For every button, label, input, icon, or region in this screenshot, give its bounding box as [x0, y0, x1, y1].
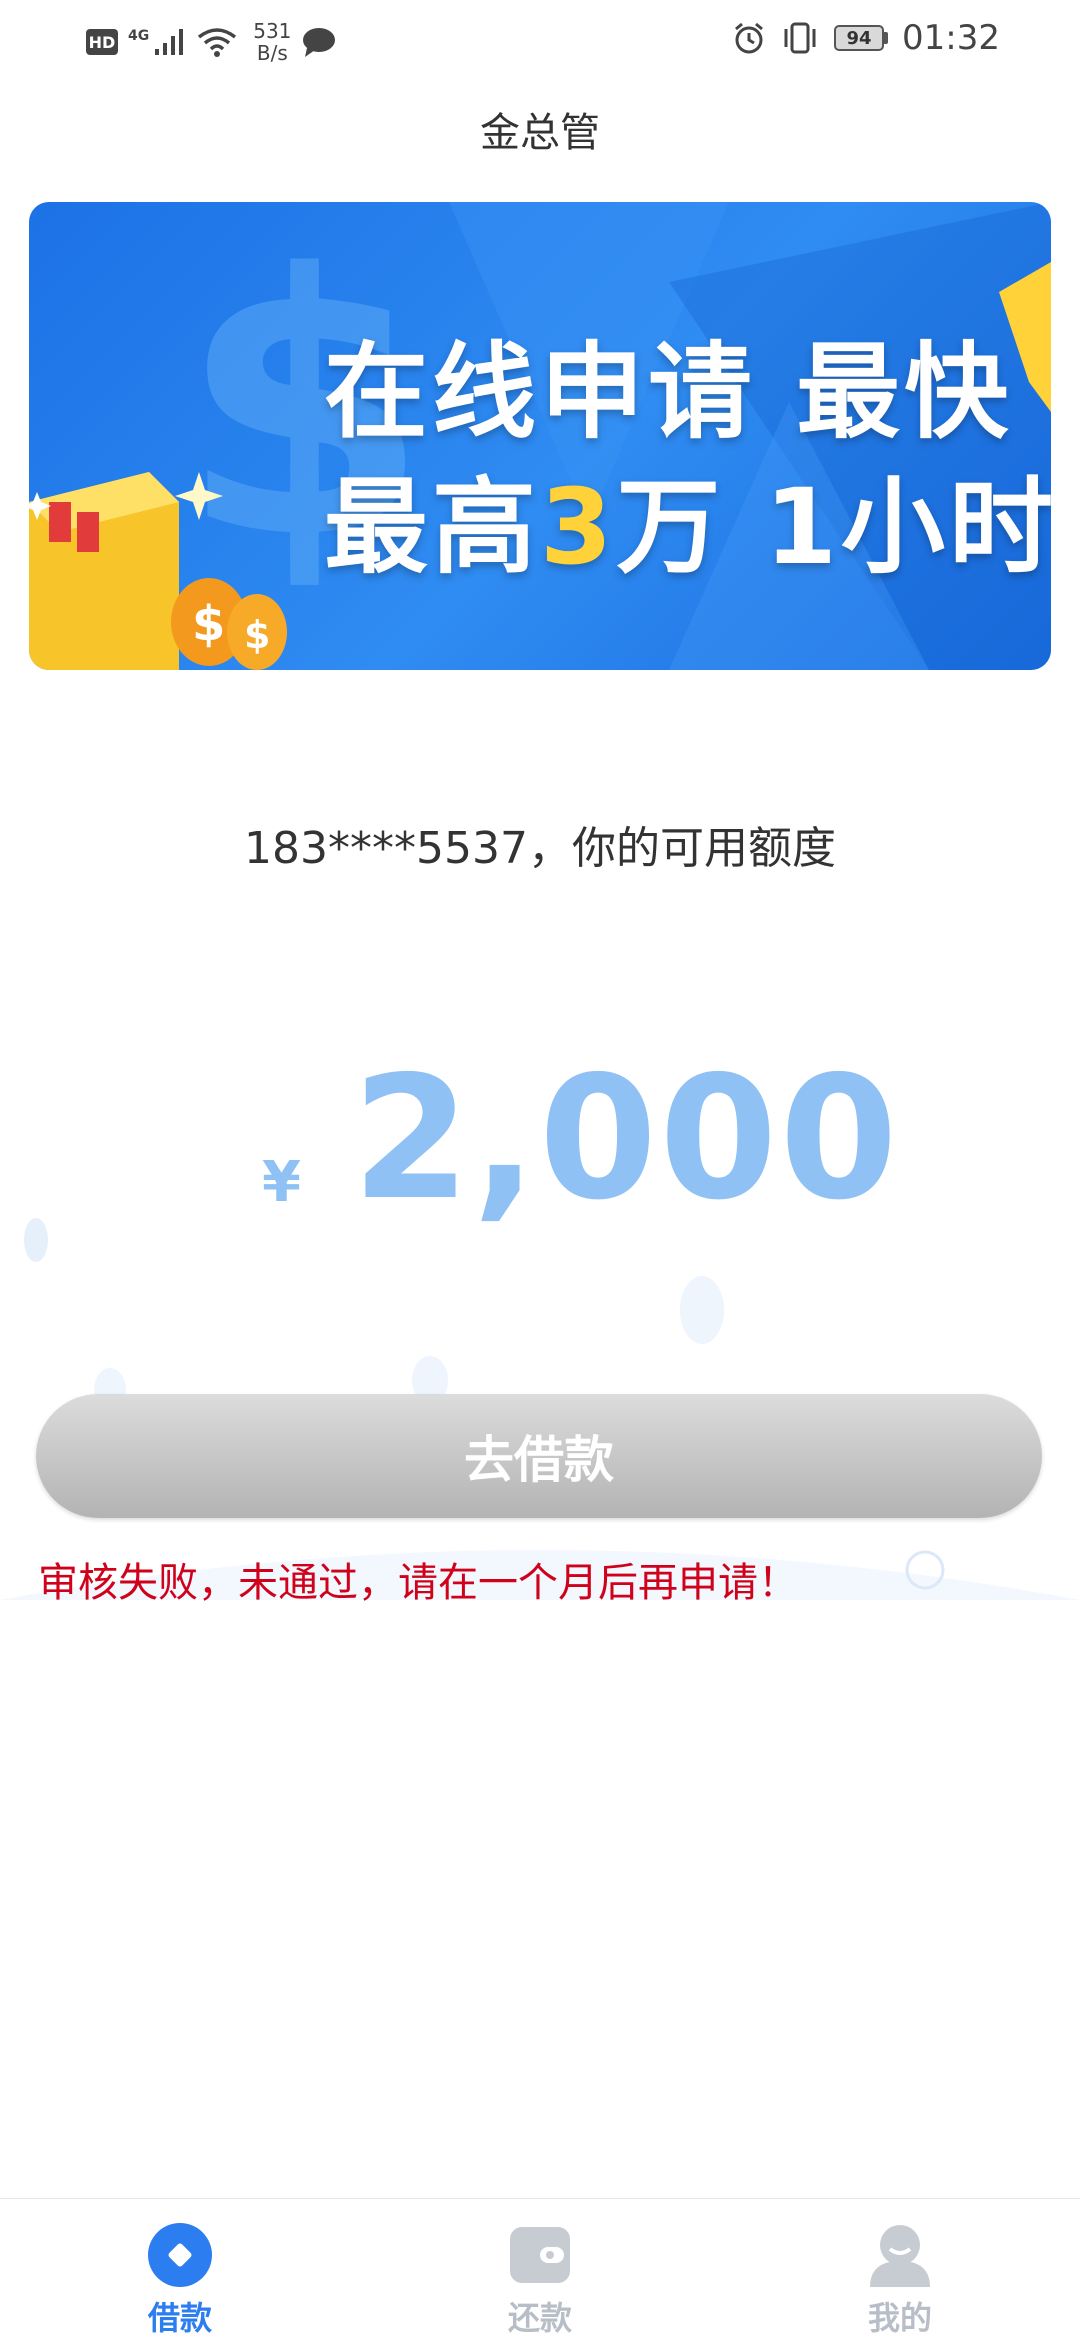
- banner-headline-1: 在线申请 最快: [324, 331, 1013, 453]
- borrow-icon: [148, 2223, 212, 2287]
- tab-label-mine: 我的: [867, 2299, 932, 2337]
- review-failed-message: 审核失败，未通过，请在一个月后再申请！: [38, 1560, 798, 1606]
- page-title: 金总管: [480, 110, 600, 156]
- svg-text:$: $: [244, 613, 270, 657]
- battery-tip: [884, 32, 889, 44]
- tab-label-repay: 还款: [507, 2299, 572, 2337]
- status-right: 94 01:32: [732, 18, 1000, 58]
- bottom-tab-bar: 借款 还款 我的: [0, 2198, 1080, 2341]
- clock: 01:32: [902, 18, 1000, 58]
- status-bar: HD 4G 531 B/s 94 01:32: [0, 0, 1080, 80]
- promo-banner[interactable]: $ $ $ 在线申请 最快 最高3万 1小时到: [29, 202, 1051, 670]
- network-type: 4G: [128, 28, 150, 44]
- available-quota-label: 183****5537，你的可用额度: [244, 823, 836, 874]
- profile-icon: [870, 2225, 930, 2287]
- svg-text:$: $: [192, 596, 225, 652]
- status-left: HD 4G 531 B/s: [86, 20, 337, 64]
- tab-label-borrow: 借款: [147, 2299, 212, 2337]
- banner-suffix: 万 1小时到: [616, 466, 1051, 588]
- tab-mine[interactable]: 我的: [720, 2199, 1080, 2341]
- hd-badge: HD: [86, 29, 118, 55]
- speed-value: 531: [253, 19, 292, 43]
- banner-headline-2: 最高3万 1小时到: [324, 442, 1051, 593]
- wifi-icon: [198, 28, 237, 57]
- tab-repay[interactable]: 还款: [360, 2199, 720, 2341]
- network-speed: 531 B/s: [253, 20, 291, 64]
- wallet-icon: [510, 2227, 570, 2283]
- vibrate-icon: [784, 22, 816, 54]
- banner-prefix: 最高: [324, 466, 541, 588]
- speed-unit: B/s: [256, 41, 288, 65]
- battery-indicator: 94: [834, 25, 889, 51]
- borrow-button[interactable]: 去借款: [36, 1394, 1042, 1518]
- message-icon: [303, 28, 336, 57]
- tab-borrow[interactable]: 借款: [0, 2199, 360, 2341]
- signal-icon: [155, 29, 184, 55]
- alarm-icon: [735, 22, 763, 54]
- banner-highlight: 3: [540, 466, 617, 588]
- battery-level: 94: [834, 25, 885, 51]
